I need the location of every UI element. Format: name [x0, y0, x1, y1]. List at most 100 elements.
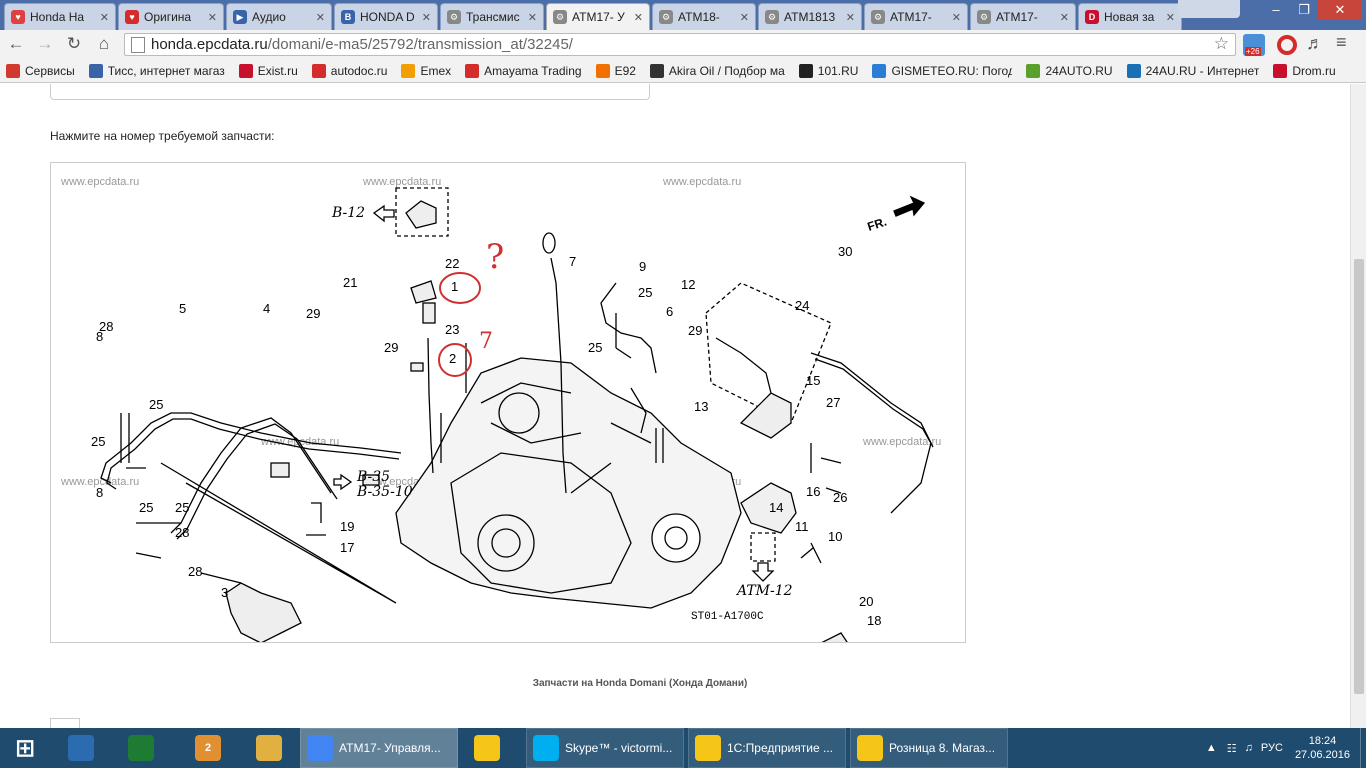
part-number-25[interactable]: 25: [588, 340, 602, 355]
tab-close-icon[interactable]: ✕: [100, 11, 109, 24]
page-scrollbar[interactable]: [1350, 84, 1366, 728]
language-indicator[interactable]: РУС: [1261, 742, 1283, 754]
tab-close-icon[interactable]: ✕: [316, 11, 325, 24]
bookmark-item[interactable]: E92: [595, 63, 636, 78]
part-number-22[interactable]: 22: [445, 256, 459, 271]
tab-4[interactable]: B HONDA D ✕: [334, 3, 438, 30]
bookmark-item[interactable]: Amayama Trading: [465, 63, 582, 78]
part-number-2[interactable]: 2: [449, 351, 456, 366]
part-number-6[interactable]: 6: [666, 304, 673, 319]
tab-close-icon[interactable]: ✕: [846, 11, 855, 24]
tab-3[interactable]: ▶ Аудио ✕: [226, 3, 332, 30]
part-number-16[interactable]: 16: [806, 484, 820, 499]
menu-icon[interactable]: ≡: [1336, 32, 1347, 53]
bookmark-item[interactable]: autodoc.ru: [311, 63, 387, 78]
part-number-23[interactable]: 23: [445, 322, 459, 337]
part-number-4[interactable]: 4: [263, 301, 270, 316]
part-number-7[interactable]: 7: [569, 254, 576, 269]
show-desktop-button[interactable]: [1360, 728, 1366, 768]
bookmark-item[interactable]: 101.RU: [798, 63, 858, 78]
reload-button[interactable]: ↻: [62, 33, 86, 55]
part-number-29[interactable]: 29: [306, 306, 320, 321]
tab-6[interactable]: ⚙ ATM17- У ✕: [546, 3, 650, 30]
tab-close-icon[interactable]: ✕: [740, 11, 749, 24]
part-number-1[interactable]: 1: [451, 279, 458, 294]
part-number-13[interactable]: 13: [694, 399, 708, 414]
tab-9[interactable]: ⚙ ATM17- ✕: [864, 3, 968, 30]
new-tab-button[interactable]: [1178, 0, 1240, 18]
part-number-25[interactable]: 25: [638, 285, 652, 300]
part-number-8[interactable]: 8: [96, 485, 103, 500]
close-window-icon[interactable]: ✕: [1318, 0, 1362, 20]
tray-arrow-icon[interactable]: ▲: [1206, 742, 1217, 754]
music-extension-icon[interactable]: ♬: [1306, 33, 1324, 54]
bookmark-item[interactable]: Drom.ru: [1273, 63, 1336, 78]
scrollbar-thumb[interactable]: [1354, 259, 1364, 694]
taskbar-item[interactable]: 1С:Предприятие ...: [688, 728, 846, 768]
tab-close-icon[interactable]: ✕: [528, 11, 537, 24]
part-number-25[interactable]: 25: [175, 500, 189, 515]
part-number-18[interactable]: 18: [867, 613, 881, 628]
part-number-10[interactable]: 10: [828, 529, 842, 544]
part-number-27[interactable]: 27: [826, 395, 840, 410]
taskbar-item[interactable]: Skype™ - victormi...: [526, 728, 684, 768]
volume-icon[interactable]: ♫: [1245, 742, 1253, 754]
part-number-24[interactable]: 24: [795, 298, 809, 313]
maximize-icon[interactable]: ❐: [1290, 0, 1318, 20]
tab-close-icon[interactable]: ✕: [422, 11, 431, 24]
part-number-25[interactable]: 25: [139, 500, 153, 515]
minimize-icon[interactable]: –: [1262, 0, 1290, 20]
bookmark-item[interactable]: GISMETEO.RU: Погод: [872, 63, 1012, 78]
part-number-28[interactable]: 28: [99, 319, 113, 334]
bookmark-item[interactable]: Exist.ru: [238, 63, 298, 78]
tab-2[interactable]: ♥ Оригина ✕: [118, 3, 224, 30]
part-number-25[interactable]: 25: [91, 434, 105, 449]
bookmark-item[interactable]: Тисс, интернет магаз: [88, 63, 225, 78]
part-number-12[interactable]: 12: [681, 277, 695, 292]
address-bar[interactable]: honda.epcdata.ru/domani/e-ma5/25792/tran…: [124, 33, 1236, 56]
start-button[interactable]: ⊞: [0, 728, 50, 768]
part-number-14[interactable]: 14: [769, 500, 783, 515]
home-button[interactable]: ⌂: [92, 33, 116, 55]
part-number-9[interactable]: 9: [639, 259, 646, 274]
tab-close-icon[interactable]: ✕: [634, 11, 643, 24]
part-number-15[interactable]: 15: [806, 373, 820, 388]
part-number-28[interactable]: 28: [188, 564, 202, 579]
part-number-21[interactable]: 21: [343, 275, 357, 290]
part-number-28[interactable]: 28: [175, 525, 189, 540]
opera-extension-icon[interactable]: [1277, 35, 1297, 55]
taskbar-item[interactable]: [116, 728, 166, 768]
taskbar-item[interactable]: [462, 728, 512, 768]
weather-extension-icon[interactable]: +26: [1243, 34, 1265, 56]
network-icon[interactable]: ☷: [1227, 742, 1237, 755]
part-number-30[interactable]: 30: [838, 244, 852, 259]
bookmark-item[interactable]: 24AUTO.RU: [1026, 63, 1113, 78]
part-number-5[interactable]: 5: [179, 301, 186, 316]
tab-11[interactable]: D Новая за ✕: [1078, 3, 1182, 30]
part-number-19[interactable]: 19: [340, 519, 354, 534]
part-number-17[interactable]: 17: [340, 540, 354, 555]
tab-close-icon[interactable]: ✕: [208, 11, 217, 24]
part-number-29[interactable]: 29: [688, 323, 702, 338]
bookmark-item[interactable]: Akira Oil / Подбор ма: [649, 63, 785, 78]
bookmark-item[interactable]: 24AU.RU - Интернет: [1126, 63, 1259, 78]
part-number-25[interactable]: 25: [149, 397, 163, 412]
taskbar-item[interactable]: 2: [176, 728, 240, 768]
part-number-20[interactable]: 20: [859, 594, 873, 609]
forward-button[interactable]: →: [33, 33, 57, 55]
tab-10[interactable]: ⚙ ATM17- ✕: [970, 3, 1076, 30]
tab-close-icon[interactable]: ✕: [1060, 11, 1069, 24]
bookmark-star-icon[interactable]: ☆: [1214, 34, 1229, 54]
part-number-29[interactable]: 29: [384, 340, 398, 355]
tab-7[interactable]: ⚙ ATM18- ✕: [652, 3, 756, 30]
taskbar-item[interactable]: [244, 728, 294, 768]
tab-close-icon[interactable]: ✕: [1166, 11, 1175, 24]
tab-close-icon[interactable]: ✕: [952, 11, 961, 24]
tab-1[interactable]: ♥ Honda Ha ✕: [4, 3, 116, 30]
bookmark-item[interactable]: Emex: [401, 63, 451, 78]
taskbar-item[interactable]: ATM17- Управля...: [300, 728, 458, 768]
bookmark-item[interactable]: Сервисы: [6, 63, 75, 78]
taskbar-item[interactable]: [56, 728, 106, 768]
part-number-26[interactable]: 26: [833, 490, 847, 505]
back-button[interactable]: ←: [4, 33, 28, 55]
